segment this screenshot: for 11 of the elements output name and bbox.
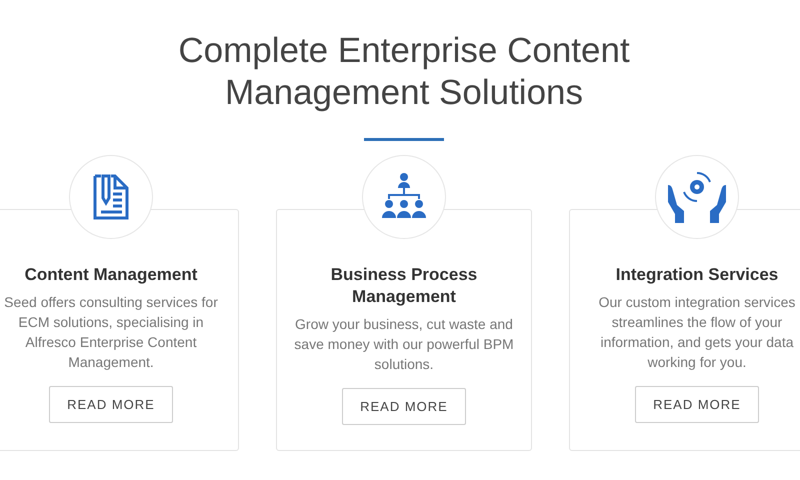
card-title: Business Process Management bbox=[330, 264, 478, 308]
section-heading: Complete Enterprise Content Management Solutions bbox=[177, 30, 631, 114]
read-more-button[interactable]: READ MORE bbox=[342, 388, 466, 425]
card-title: Content Management bbox=[24, 264, 198, 286]
card-description: Grow your business, cut waste and save money with our powerful BPM solutions. bbox=[293, 315, 515, 374]
read-more-button[interactable]: READ MORE bbox=[635, 386, 759, 423]
card-title: Integration Services bbox=[614, 264, 780, 286]
document-icon bbox=[91, 172, 131, 222]
card-description: Our custom integration services streamlines the flow of your information, and gets your data working for you. bbox=[598, 293, 796, 372]
card-description: Seed offers consulting services for ECM solutions, specialising in Alfresco Enterprise Content Management. bbox=[3, 293, 219, 372]
read-more-button[interactable]: READ MORE bbox=[49, 386, 173, 423]
